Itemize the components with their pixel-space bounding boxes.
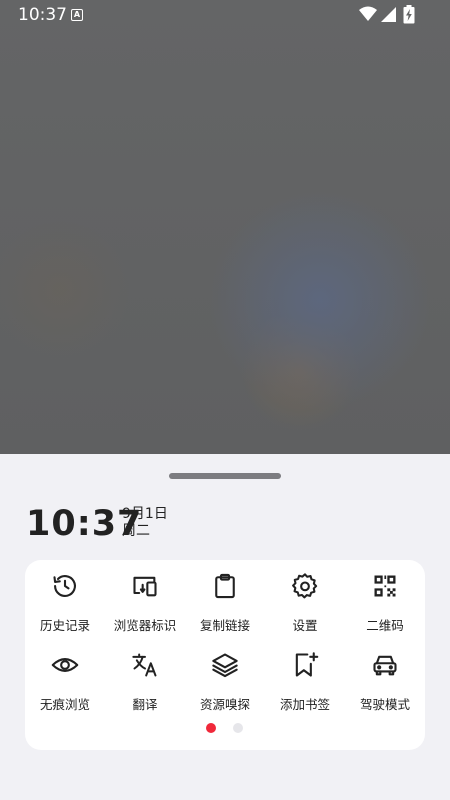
date-text: 9月1日 [122,506,168,522]
gear-icon [292,573,318,599]
menu-item-label: 无痕浏览 [39,697,90,712]
bottom-sheet: 10:37 9月1日 周二 历史记录 浏览器标识 复制链接 设置 二维码 无痕浏… [0,454,450,800]
menu-item-label: 浏览器标识 [113,618,177,633]
menu-item-translate[interactable]: 翻译 [105,647,185,717]
notification-badge-icon: A [71,9,83,21]
menu-item-browser-ua[interactable]: 浏览器标识 [105,568,185,638]
car-icon [373,655,397,676]
devices-icon [133,576,157,597]
menu-item-qr-code[interactable]: 二维码 [345,568,425,638]
eye-icon [51,658,79,672]
menu-item-copy-link[interactable]: 复制链接 [185,568,265,638]
menu-item-settings[interactable]: 设置 [265,568,345,638]
menu-item-label: 添加书签 [279,697,330,712]
translate-icon [132,653,157,677]
menu-item-label: 翻译 [132,697,158,712]
page-indicator-dot-2[interactable] [233,723,243,733]
clipboard-icon [215,573,235,599]
wifi-icon [359,6,377,21]
weekday-text: 周二 [122,523,150,539]
menu-item-label: 复制链接 [199,618,250,633]
menu-item-label: 历史记录 [39,618,90,633]
drag-handle[interactable] [169,473,281,479]
blurred-page-background[interactable] [0,0,450,454]
clock-date: 9月1日 周二 [122,506,168,540]
menu-item-label: 二维码 [366,618,404,633]
bookmark-add-icon [295,652,319,677]
menu-item-resource-sniff[interactable]: 资源嗅探 [185,647,265,717]
status-bar: 10:37 A [0,0,450,30]
battery-charging-icon [403,5,415,24]
signal-icon [381,7,396,22]
status-time: 10:37 [18,5,67,25]
menu-panel: 历史记录 浏览器标识 复制链接 设置 二维码 无痕浏览 翻译 资源嗅探 添加书签… [25,560,425,750]
menu-item-history[interactable]: 历史记录 [25,568,105,638]
menu-item-label: 资源嗅探 [199,697,250,712]
menu-item-label: 设置 [292,618,318,633]
menu-item-incognito[interactable]: 无痕浏览 [25,647,105,717]
history-icon [53,575,76,597]
menu-item-label: 驾驶模式 [359,697,410,712]
layers-icon [212,653,238,678]
qr-code-icon [374,575,396,597]
menu-item-add-bookmark[interactable]: 添加书签 [265,647,345,717]
page-indicator-dot-1[interactable] [206,723,216,733]
menu-item-driving-mode[interactable]: 驾驶模式 [345,647,425,717]
